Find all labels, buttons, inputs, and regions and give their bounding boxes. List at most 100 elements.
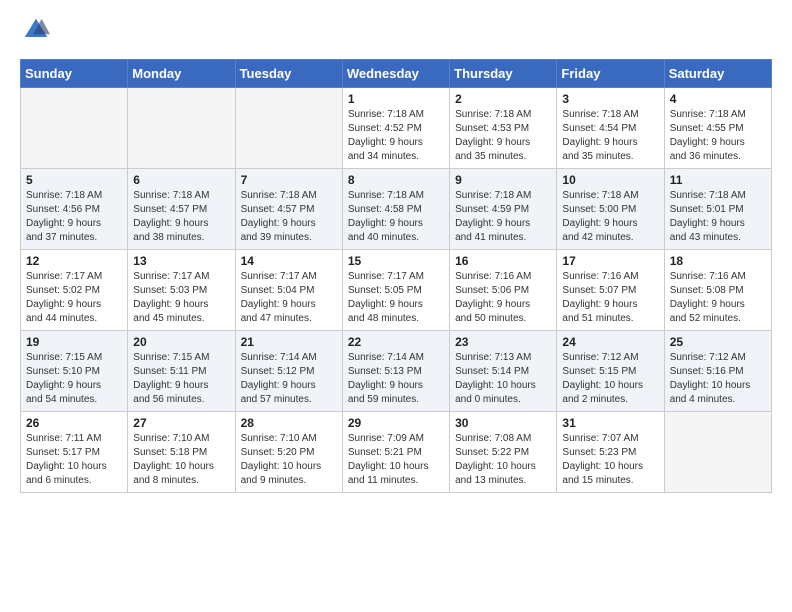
logo-icon [22, 16, 50, 44]
day-info: Sunrise: 7:12 AM Sunset: 5:16 PM Dayligh… [670, 351, 766, 407]
calendar-cell: 3 Sunrise: 7:18 AM Sunset: 4:54 PM Daylig… [557, 88, 664, 169]
calendar-cell: 15 Sunrise: 7:17 AM Sunset: 5:05 PM Dayli… [342, 250, 449, 331]
calendar-cell [664, 412, 771, 493]
day-info: Sunrise: 7:18 AM Sunset: 4:57 PM Dayligh… [241, 189, 337, 245]
calendar-cell: 24 Sunrise: 7:12 AM Sunset: 5:15 PM Dayli… [557, 331, 664, 412]
calendar-cell: 2 Sunrise: 7:18 AM Sunset: 4:53 PM Daylig… [450, 88, 557, 169]
calendar-cell: 13 Sunrise: 7:17 AM Sunset: 5:03 PM Dayli… [128, 250, 235, 331]
day-number: 28 [241, 416, 337, 430]
calendar-cell: 31 Sunrise: 7:07 AM Sunset: 5:23 PM Dayli… [557, 412, 664, 493]
day-info: Sunrise: 7:10 AM Sunset: 5:20 PM Dayligh… [241, 432, 337, 488]
day-info: Sunrise: 7:18 AM Sunset: 4:58 PM Dayligh… [348, 189, 444, 245]
calendar: SundayMondayTuesdayWednesdayThursdayFrid… [20, 59, 772, 493]
day-info: Sunrise: 7:14 AM Sunset: 5:13 PM Dayligh… [348, 351, 444, 407]
day-number: 29 [348, 416, 444, 430]
day-number: 7 [241, 173, 337, 187]
week-row-2: 5Sunrise: 7:18 AM Sunset: 4:56 PM Daylig… [21, 169, 772, 250]
day-info: Sunrise: 7:18 AM Sunset: 5:00 PM Dayligh… [562, 189, 658, 245]
day-info: Sunrise: 7:18 AM Sunset: 4:59 PM Dayligh… [455, 189, 551, 245]
calendar-cell: 5Sunrise: 7:18 AM Sunset: 4:56 PM Daylig… [21, 169, 128, 250]
day-info: Sunrise: 7:18 AM Sunset: 4:55 PM Dayligh… [670, 108, 766, 164]
week-row-4: 19 Sunrise: 7:15 AM Sunset: 5:10 PM Dayli… [21, 331, 772, 412]
day-number: 4 [670, 92, 766, 106]
day-info: Sunrise: 7:18 AM Sunset: 4:56 PM Dayligh… [26, 189, 122, 245]
day-number: 10 [562, 173, 658, 187]
day-info: Sunrise: 7:18 AM Sunset: 4:57 PM Dayligh… [133, 189, 229, 245]
day-number: 27 [133, 416, 229, 430]
day-info: Sunrise: 7:09 AM Sunset: 5:21 PM Dayligh… [348, 432, 444, 488]
day-number: 23 [455, 335, 551, 349]
day-number: 17 [562, 254, 658, 268]
day-number: 25 [670, 335, 766, 349]
calendar-cell: 16Sunrise: 7:16 AM Sunset: 5:06 PM Dayli… [450, 250, 557, 331]
day-info: Sunrise: 7:18 AM Sunset: 5:01 PM Dayligh… [670, 189, 766, 245]
day-number: 9 [455, 173, 551, 187]
day-number: 14 [241, 254, 337, 268]
day-info: Sunrise: 7:16 AM Sunset: 5:07 PM Dayligh… [562, 270, 658, 326]
calendar-cell: 26Sunrise: 7:11 AM Sunset: 5:17 PM Dayli… [21, 412, 128, 493]
week-row-5: 26Sunrise: 7:11 AM Sunset: 5:17 PM Dayli… [21, 412, 772, 493]
day-number: 1 [348, 92, 444, 106]
calendar-cell: 19 Sunrise: 7:15 AM Sunset: 5:10 PM Dayli… [21, 331, 128, 412]
day-number: 12 [26, 254, 122, 268]
day-info: Sunrise: 7:17 AM Sunset: 5:03 PM Dayligh… [133, 270, 229, 326]
weekday-header-thursday: Thursday [450, 60, 557, 88]
day-info: Sunrise: 7:16 AM Sunset: 5:08 PM Dayligh… [670, 270, 766, 326]
day-number: 2 [455, 92, 551, 106]
day-info: Sunrise: 7:17 AM Sunset: 5:04 PM Dayligh… [241, 270, 337, 326]
day-info: Sunrise: 7:07 AM Sunset: 5:23 PM Dayligh… [562, 432, 658, 488]
weekday-header-sunday: Sunday [21, 60, 128, 88]
day-number: 3 [562, 92, 658, 106]
day-info: Sunrise: 7:18 AM Sunset: 4:54 PM Dayligh… [562, 108, 658, 164]
calendar-cell [235, 88, 342, 169]
day-info: Sunrise: 7:13 AM Sunset: 5:14 PM Dayligh… [455, 351, 551, 407]
calendar-cell: 17 Sunrise: 7:16 AM Sunset: 5:07 PM Dayli… [557, 250, 664, 331]
weekday-header-row: SundayMondayTuesdayWednesdayThursdayFrid… [21, 60, 772, 88]
weekday-header-monday: Monday [128, 60, 235, 88]
day-number: 22 [348, 335, 444, 349]
day-info: Sunrise: 7:17 AM Sunset: 5:02 PM Dayligh… [26, 270, 122, 326]
day-number: 18 [670, 254, 766, 268]
day-number: 11 [670, 173, 766, 187]
weekday-header-tuesday: Tuesday [235, 60, 342, 88]
calendar-cell [128, 88, 235, 169]
calendar-cell: 23 Sunrise: 7:13 AM Sunset: 5:14 PM Dayli… [450, 331, 557, 412]
day-info: Sunrise: 7:15 AM Sunset: 5:11 PM Dayligh… [133, 351, 229, 407]
day-number: 21 [241, 335, 337, 349]
calendar-cell: 4 Sunrise: 7:18 AM Sunset: 4:55 PM Daylig… [664, 88, 771, 169]
day-info: Sunrise: 7:10 AM Sunset: 5:18 PM Dayligh… [133, 432, 229, 488]
day-number: 8 [348, 173, 444, 187]
day-info: Sunrise: 7:15 AM Sunset: 5:10 PM Dayligh… [26, 351, 122, 407]
calendar-cell: 20Sunrise: 7:15 AM Sunset: 5:11 PM Dayli… [128, 331, 235, 412]
calendar-cell: 14 Sunrise: 7:17 AM Sunset: 5:04 PM Dayli… [235, 250, 342, 331]
week-row-3: 12 Sunrise: 7:17 AM Sunset: 5:02 PM Dayli… [21, 250, 772, 331]
weekday-header-saturday: Saturday [664, 60, 771, 88]
calendar-cell: 30Sunrise: 7:08 AM Sunset: 5:22 PM Dayli… [450, 412, 557, 493]
calendar-cell: 25 Sunrise: 7:12 AM Sunset: 5:16 PM Dayli… [664, 331, 771, 412]
day-number: 24 [562, 335, 658, 349]
day-number: 31 [562, 416, 658, 430]
day-number: 19 [26, 335, 122, 349]
day-info: Sunrise: 7:12 AM Sunset: 5:15 PM Dayligh… [562, 351, 658, 407]
calendar-cell: 28 Sunrise: 7:10 AM Sunset: 5:20 PM Dayli… [235, 412, 342, 493]
header [20, 16, 772, 49]
day-number: 15 [348, 254, 444, 268]
day-info: Sunrise: 7:17 AM Sunset: 5:05 PM Dayligh… [348, 270, 444, 326]
calendar-cell: 18 Sunrise: 7:16 AM Sunset: 5:08 PM Dayli… [664, 250, 771, 331]
day-info: Sunrise: 7:14 AM Sunset: 5:12 PM Dayligh… [241, 351, 337, 407]
calendar-cell: 22 Sunrise: 7:14 AM Sunset: 5:13 PM Dayli… [342, 331, 449, 412]
day-number: 13 [133, 254, 229, 268]
weekday-header-friday: Friday [557, 60, 664, 88]
day-info: Sunrise: 7:18 AM Sunset: 4:52 PM Dayligh… [348, 108, 444, 164]
calendar-cell: 11 Sunrise: 7:18 AM Sunset: 5:01 PM Dayli… [664, 169, 771, 250]
calendar-cell: 6 Sunrise: 7:18 AM Sunset: 4:57 PM Daylig… [128, 169, 235, 250]
calendar-cell: 12 Sunrise: 7:17 AM Sunset: 5:02 PM Dayli… [21, 250, 128, 331]
calendar-cell: 1 Sunrise: 7:18 AM Sunset: 4:52 PM Daylig… [342, 88, 449, 169]
calendar-cell: 21 Sunrise: 7:14 AM Sunset: 5:12 PM Dayli… [235, 331, 342, 412]
day-info: Sunrise: 7:18 AM Sunset: 4:53 PM Dayligh… [455, 108, 551, 164]
day-number: 6 [133, 173, 229, 187]
calendar-cell: 29 Sunrise: 7:09 AM Sunset: 5:21 PM Dayli… [342, 412, 449, 493]
day-number: 30 [455, 416, 551, 430]
calendar-cell: 27 Sunrise: 7:10 AM Sunset: 5:18 PM Dayli… [128, 412, 235, 493]
week-row-1: 1 Sunrise: 7:18 AM Sunset: 4:52 PM Daylig… [21, 88, 772, 169]
